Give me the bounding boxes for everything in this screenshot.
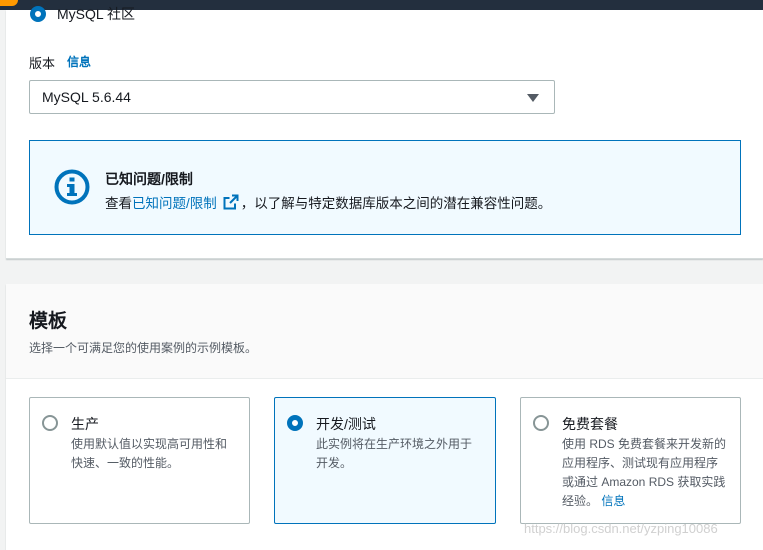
card-description: 此实例将在生产环境之外用于 开发。 [316, 435, 472, 473]
version-field-label: 版本 信息 [29, 53, 91, 72]
info-circle-icon [54, 169, 90, 205]
card-desc-line: 此实例将在生产环境之外用于 [316, 437, 473, 451]
radio-unselected-icon[interactable] [42, 415, 58, 431]
alert-body: 查看 已知问题/限制 ，以了解与特定数据库版本之间的潜在兼容性问题。 [105, 192, 551, 212]
card-desc-line: 开发。 [316, 456, 353, 470]
free-tier-info-link[interactable]: 信息 [601, 494, 625, 508]
alert-prefix: 查看 [105, 196, 132, 211]
card-desc-line: 或通过 Amazon RDS 获取实践 [562, 475, 726, 489]
radio-selected-icon[interactable] [287, 415, 303, 431]
alert-suffix: ，以了解与特定数据库版本之间的潜在兼容性问题。 [240, 196, 552, 211]
templates-panel: 模板 选择一个可满足您的使用案例的示例模板。 生产 使用默认值以实现高可用性和 … [6, 284, 763, 550]
templates-description: 选择一个可满足您的使用案例的示例模板。 [29, 341, 258, 355]
edition-label: MySQL 社区 [57, 6, 136, 22]
alert-title: 已知问题/限制 [105, 171, 193, 187]
version-select[interactable]: MySQL 5.6.44 [29, 80, 555, 114]
card-desc-line-last: 经验。 信息 [562, 492, 726, 511]
card-desc-line: 应用程序、测试现有应用程序 [562, 456, 719, 470]
edition-option-mysql-community[interactable]: MySQL 社区 [30, 4, 135, 24]
template-card-free-tier[interactable]: 免费套餐 使用 RDS 免费套餐来开发新的 应用程序、测试现有应用程序 或通过 … [520, 397, 741, 524]
templates-header: 模板 选择一个可满足您的使用案例的示例模板。 [6, 284, 763, 379]
card-desc-line: 快速、一致的性能。 [71, 456, 180, 470]
card-description: 使用 RDS 免费套餐来开发新的 应用程序、测试现有应用程序 或通过 Amazo… [562, 435, 726, 511]
templates-title: 模板 [29, 311, 68, 332]
radio-selected-icon[interactable] [30, 6, 46, 22]
card-title: 免费套餐 [562, 416, 618, 432]
card-title: 开发/测试 [316, 416, 376, 432]
template-card-production[interactable]: 生产 使用默认值以实现高可用性和 快速、一致的性能。 [29, 397, 250, 524]
card-desc-line: 使用默认值以实现高可用性和 [71, 437, 228, 451]
known-issues-alert: 已知问题/限制 查看 已知问题/限制 ，以了解与特定数据库版本之间的潜在兼容性问… [29, 140, 741, 235]
card-description: 使用默认值以实现高可用性和 快速、一致的性能。 [71, 435, 227, 473]
engine-options-panel: MySQL 社区 版本 信息 MySQL 5.6.44 已知问题/限制 查看 已… [6, 6, 763, 259]
card-title: 生产 [71, 416, 99, 432]
watermark: https://blog.csdn.net/yzping10086 [524, 521, 718, 536]
version-select-value: MySQL 5.6.44 [42, 89, 131, 105]
card-desc-line: 使用 RDS 免费套餐来开发新的 [562, 437, 727, 451]
caret-down-icon [527, 94, 539, 102]
template-card-dev-test[interactable]: 开发/测试 此实例将在生产环境之外用于 开发。 [274, 397, 496, 524]
version-label: 版本 [29, 56, 56, 71]
external-link-icon[interactable] [223, 194, 239, 210]
brand-accent [0, 0, 18, 6]
version-info-link[interactable]: 信息 [67, 53, 91, 72]
known-issues-link[interactable]: 已知问题/限制 [132, 192, 217, 212]
card-desc-line: 经验。 [562, 494, 599, 508]
radio-unselected-icon[interactable] [533, 415, 549, 431]
